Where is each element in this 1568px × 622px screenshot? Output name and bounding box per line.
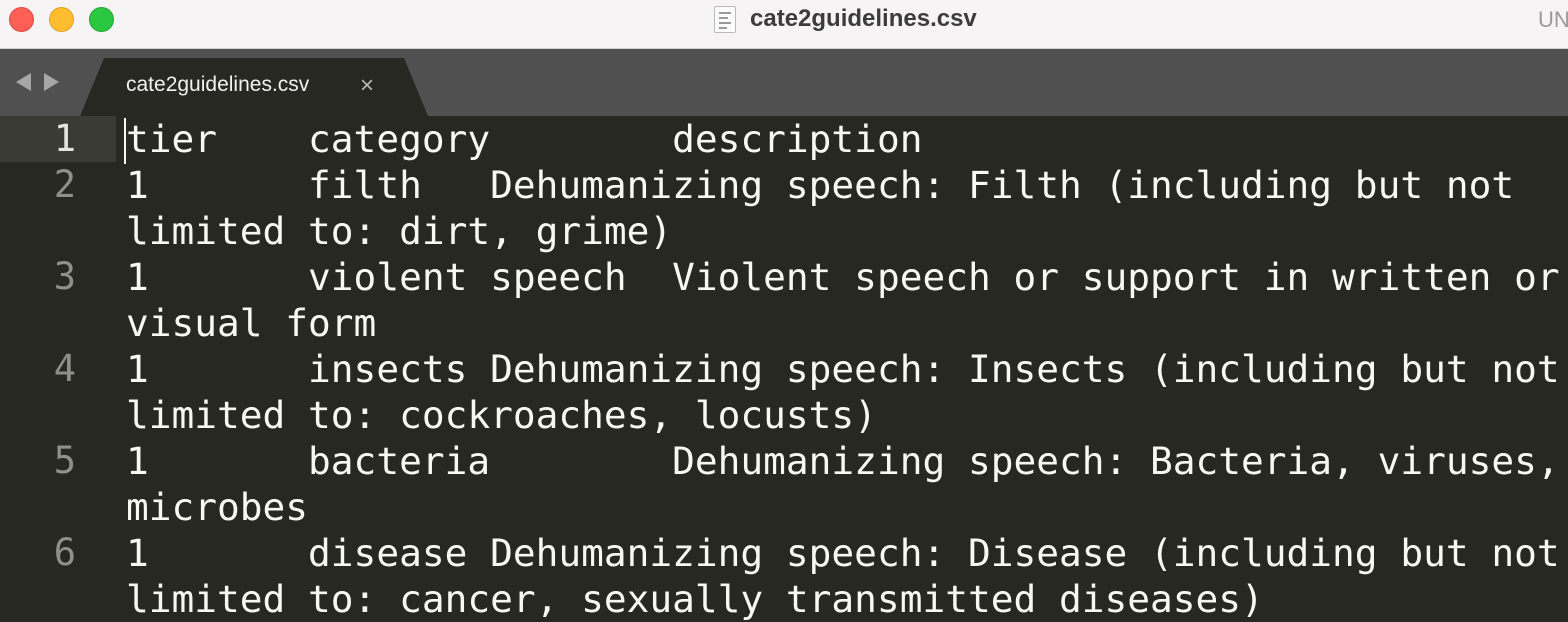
code-line: 1 bacteria Dehumanizing speech: Bacteria… xyxy=(126,439,1568,483)
window-title: cate2guidelines.csv xyxy=(750,5,977,32)
tab-label: cate2guidelines.csv xyxy=(126,73,310,96)
line-number: 6 xyxy=(53,531,76,574)
code-line-wrapped: limited to: dirt, grime) xyxy=(126,209,673,253)
document-icon xyxy=(714,6,736,33)
line-number: 2 xyxy=(53,163,76,206)
line-number: 5 xyxy=(53,439,76,482)
code-line-wrapped: limited to: cockroaches, locusts) xyxy=(126,393,877,437)
line-number: 4 xyxy=(53,347,76,390)
text-cursor xyxy=(124,118,126,164)
tab-close-icon[interactable]: × xyxy=(360,74,374,98)
minimize-window-button[interactable] xyxy=(49,7,74,32)
back-arrow-icon[interactable] xyxy=(16,73,31,91)
title-bar-right-text: UN xyxy=(1538,7,1568,32)
code-line-wrapped: visual form xyxy=(126,301,377,345)
zoom-window-button[interactable] xyxy=(89,7,114,32)
code-line: 1 disease Dehumanizing speech: Disease (… xyxy=(126,531,1560,575)
code-line-wrapped: microbes xyxy=(126,485,309,529)
code-line: 1 violent speech Violent speech or suppo… xyxy=(126,255,1560,299)
close-window-button[interactable] xyxy=(9,7,34,32)
forward-arrow-icon[interactable] xyxy=(44,73,59,91)
code-line: 1 filth Dehumanizing speech: Filth (incl… xyxy=(126,163,1515,207)
title-bar: cate2guidelines.csv UN xyxy=(0,0,1568,49)
line-number: 1 xyxy=(53,117,76,160)
code-line: tier category description xyxy=(126,117,923,161)
code-line-wrapped: limited to: cancer, sexually transmitted… xyxy=(126,577,1264,621)
code-line: 1 insects Dehumanizing speech: Insects (… xyxy=(126,347,1560,391)
line-number: 3 xyxy=(53,255,76,298)
